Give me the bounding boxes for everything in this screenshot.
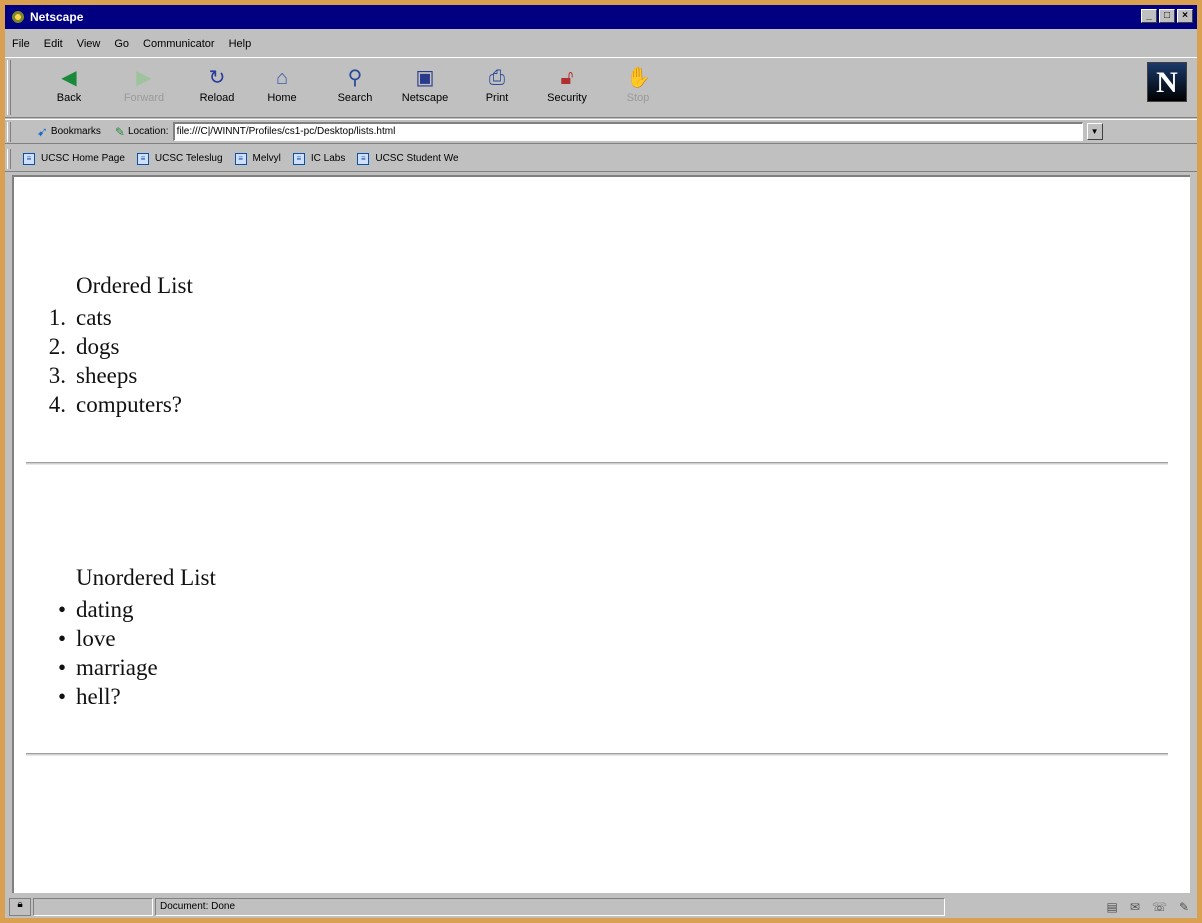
discussions-icon[interactable]: ☏ [1152,900,1167,914]
bookmark-melvyl[interactable]: ≡ Melvyl [234,152,281,165]
forward-arrow-icon: ▶ [136,67,152,89]
minimize-button[interactable]: _ [1141,9,1157,23]
mail-icon[interactable]: ✉ [1130,900,1140,914]
reload-icon: ↻ [208,67,226,89]
forward-button[interactable]: ▶ Forward [112,62,176,114]
search-label: Search [337,92,373,104]
list-item: • marriage [57,655,158,680]
search-button[interactable]: ⚲ Search [323,62,387,114]
navigator-icon[interactable]: ▤ [1107,900,1118,914]
netscape-icon: ▣ [415,67,435,89]
menu-bar: File Edit View Go Communicator Help [5,33,258,55]
composer-icon[interactable]: ✎ [1179,900,1189,914]
horizontal-rule [26,462,1168,465]
forward-label: Forward [123,92,165,104]
list-item: • love [57,626,116,651]
page-proxy-icon[interactable]: ✎ [115,125,125,139]
reload-button[interactable]: ↻ Reload [185,62,249,114]
bookmark-page-icon: ≡ [136,152,149,165]
bookmarks-label: Bookmarks [50,126,101,137]
chevron-down-icon: ▼ [1090,127,1099,136]
bookmark-page-icon: ≡ [234,152,247,165]
unordered-list: • dating • love • marriage • hell? [24,595,158,711]
location-dropdown-button[interactable]: ▼ [1086,123,1103,140]
print-label: Print [485,92,509,104]
bookmark-page-icon: ≡ [23,152,35,165]
bookmark-label: IC Labs [310,153,346,164]
bookmark-ucsc-home-page[interactable]: ≡ UCSC Home Page [23,152,125,165]
bookmark-ic-labs[interactable]: ≡ IC Labs [292,152,346,165]
menu-communicator[interactable]: Communicator [136,38,222,50]
status-text: Document: Done [155,897,945,916]
bookmarks-button[interactable]: ➹ Bookmarks [37,124,101,140]
horizontal-rule [26,753,1168,756]
home-label: Home [267,92,297,104]
menu-edit[interactable]: Edit [37,38,70,50]
list-item: 4. computers? [48,392,183,417]
back-label: Back [56,92,82,104]
bookmark-ucsc-teleslug[interactable]: ≡ UCSC Teleslug [136,152,223,165]
navigation-toolbar: ◀ Back ▶ Forward ↻ Reload ⌂ Home ⚲ Searc… [5,57,1197,118]
page-content[interactable]: Ordered List 1. cats 2. dogs 3. sheeps 4. co… [12,175,1190,893]
menu-file[interactable]: File [5,38,37,50]
maximize-button[interactable]: □ [1159,9,1175,23]
location-toolbar: ➹ Bookmarks ✎ Location: file:///C|/WINNT… [5,119,1197,144]
location-input[interactable]: file:///C|/WINNT/Profiles/cs1-pc/Desktop… [172,122,1083,141]
netscape-button[interactable]: ▣ Netscape [393,62,457,114]
netscape-label: Netscape [401,92,449,104]
status-bar: 🔒︎ Document: Done ▤ ✉ ☏ ✎ [5,895,1197,918]
list-item: • hell? [57,684,121,709]
personal-grip[interactable] [7,148,11,169]
bookmark-ucsc-student-web[interactable]: ≡ UCSC Student We [357,152,459,165]
close-button[interactable]: × [1177,9,1193,23]
ordered-list: 1. cats 2. dogs 3. sheeps 4. computers? [24,303,182,419]
location-label-group: ✎ Location: [115,125,169,139]
progress-bar [33,897,153,916]
print-button[interactable]: ⎙ Print [465,62,529,114]
window-title: Netscape [30,10,84,24]
menu-view[interactable]: View [70,38,108,50]
personal-toolbar: ≡ UCSC Home Page ≡ UCSC Teleslug ≡ Melvy… [5,146,1197,172]
back-arrow-icon: ◀ [61,67,77,89]
home-button[interactable]: ⌂ Home [250,62,314,114]
menu-go[interactable]: Go [107,38,136,50]
toolbar-grip[interactable] [7,60,11,115]
security-button[interactable]: 🔓︎ Security [535,62,599,114]
stop-label: Stop [626,92,650,104]
stop-button[interactable]: ✋ Stop [606,62,670,114]
bookmark-label: Melvyl [252,153,281,164]
stop-icon: ✋ [626,67,651,89]
list-item: 2. dogs [48,334,120,359]
bookmark-label: UCSC Student We [375,153,459,164]
list-item: • dating [57,597,134,622]
print-icon: ⎙ [489,67,505,89]
security-label: Security [547,92,587,104]
bookmark-label: UCSC Home Page [41,153,125,164]
component-bar: ▤ ✉ ☏ ✎ [1107,900,1189,914]
window-controls: _ □ × [1141,9,1193,23]
list-item: 3. sheeps [48,363,138,388]
bookmark-label: UCSC Teleslug [154,153,223,164]
list-item: 1. cats [48,305,112,330]
bookmark-page-icon: ≡ [292,152,305,165]
security-status-icon[interactable]: 🔒︎ [9,897,31,916]
menu-help[interactable]: Help [222,38,259,50]
location-label: Location: [127,126,169,137]
back-button[interactable]: ◀ Back [37,62,101,114]
bookmark-page-icon: ≡ [357,152,370,165]
ordered-list-title: Ordered List [76,273,193,298]
netscape-app-icon[interactable] [10,9,26,25]
home-icon: ⌂ [275,67,289,89]
location-grip[interactable] [7,121,11,142]
title-bar[interactable]: Netscape _ □ × [5,5,1197,29]
security-lock-icon: 🔓︎ [560,67,574,89]
search-icon: ⚲ [347,67,363,89]
bookmarks-icon: ➹ [37,123,48,139]
netscape-logo[interactable]: N [1147,62,1187,102]
unordered-list-title: Unordered List [76,565,216,590]
reload-label: Reload [199,92,235,104]
